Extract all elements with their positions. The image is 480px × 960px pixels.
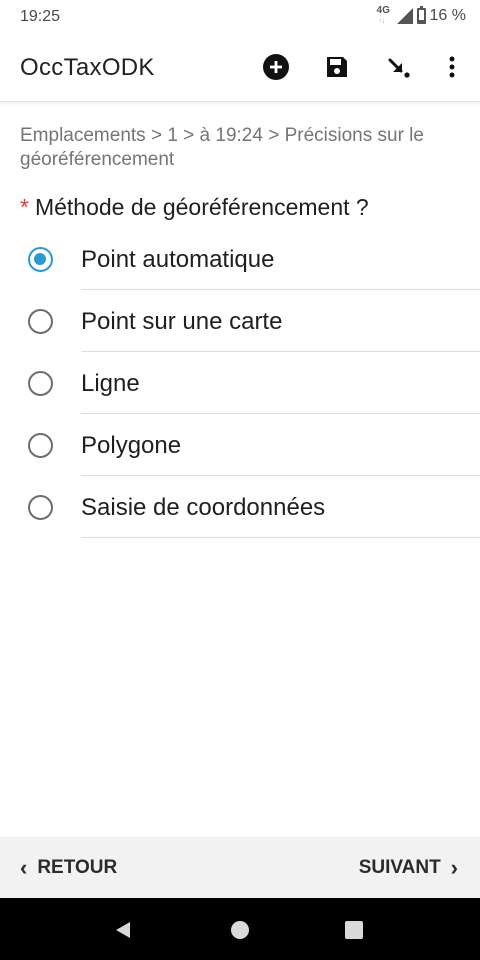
add-circle-icon bbox=[263, 54, 289, 80]
back-button[interactable]: ‹ RETOUR bbox=[20, 837, 117, 898]
option-label: Point sur une carte bbox=[81, 308, 283, 335]
form-navigation-bar: ‹ RETOUR SUIVANT › bbox=[0, 837, 480, 898]
required-mark: * bbox=[20, 194, 29, 220]
status-bar: 19:25 4G ↑↓ 16 % bbox=[0, 0, 480, 34]
app-title: OccTaxODK bbox=[20, 54, 155, 81]
save-icon bbox=[327, 57, 347, 77]
square-recents-icon bbox=[345, 921, 363, 939]
radio-options-list: Point automatique Point sur une carte Li… bbox=[0, 228, 480, 538]
battery-level-fill bbox=[418, 20, 424, 22]
question-text: Méthode de géoréférencement ? bbox=[34, 194, 369, 220]
back-button-label: RETOUR bbox=[37, 856, 118, 878]
system-navigation-bar bbox=[0, 898, 480, 960]
status-time: 19:25 bbox=[20, 8, 61, 25]
add-repeat-button[interactable] bbox=[261, 52, 291, 82]
option-label: Polygone bbox=[81, 432, 182, 459]
triangle-back-icon bbox=[116, 922, 130, 938]
overflow-menu-button[interactable] bbox=[437, 52, 467, 82]
jump-to-icon bbox=[388, 58, 410, 78]
radio-button[interactable] bbox=[28, 495, 53, 520]
save-form-button[interactable] bbox=[322, 52, 352, 82]
radio-button[interactable] bbox=[28, 309, 53, 334]
battery-icon bbox=[416, 6, 426, 24]
chevron-left-icon: ‹ bbox=[20, 854, 28, 880]
next-button-label: SUIVANT bbox=[358, 856, 441, 878]
jump-to-question-button[interactable] bbox=[384, 52, 414, 82]
system-home-button[interactable] bbox=[229, 919, 251, 941]
system-recents-button[interactable] bbox=[343, 919, 365, 941]
more-vert-icon bbox=[449, 56, 455, 78]
network-type-indicator: 4G ↑↓ bbox=[377, 6, 393, 26]
option-label: Saisie de coordonnées bbox=[81, 494, 326, 521]
option-ligne[interactable]: Ligne bbox=[0, 352, 480, 414]
option-polygone[interactable]: Polygone bbox=[0, 414, 480, 476]
question-label: * Méthode de géoréférencement ? bbox=[20, 194, 369, 221]
signal-strength-icon bbox=[396, 8, 413, 24]
radio-button[interactable] bbox=[28, 433, 53, 458]
circle-home-icon bbox=[231, 921, 249, 939]
next-button[interactable]: SUIVANT › bbox=[359, 837, 458, 898]
network-type-label: 4G bbox=[376, 5, 390, 16]
battery-percentage: 16 % bbox=[429, 7, 466, 24]
radio-button[interactable] bbox=[28, 371, 53, 396]
radio-button[interactable] bbox=[28, 247, 53, 272]
option-label: Ligne bbox=[81, 370, 140, 397]
chevron-right-icon: › bbox=[450, 854, 458, 880]
option-label: Point automatique bbox=[81, 246, 275, 273]
app-bar: OccTaxODK bbox=[0, 34, 480, 102]
breadcrumb: Emplacements > 1 > à 19:24 > Précisions … bbox=[20, 125, 424, 170]
data-activity-icon: ↑↓ bbox=[378, 18, 386, 25]
option-divider bbox=[81, 537, 480, 538]
option-point-sur-une-carte[interactable]: Point sur une carte bbox=[0, 290, 480, 352]
option-saisie-de-coordonnees[interactable]: Saisie de coordonnées bbox=[0, 476, 480, 538]
status-indicators: 4G ↑↓ 16 % bbox=[377, 6, 466, 26]
system-back-button[interactable] bbox=[112, 919, 134, 941]
option-point-automatique[interactable]: Point automatique bbox=[0, 228, 480, 290]
